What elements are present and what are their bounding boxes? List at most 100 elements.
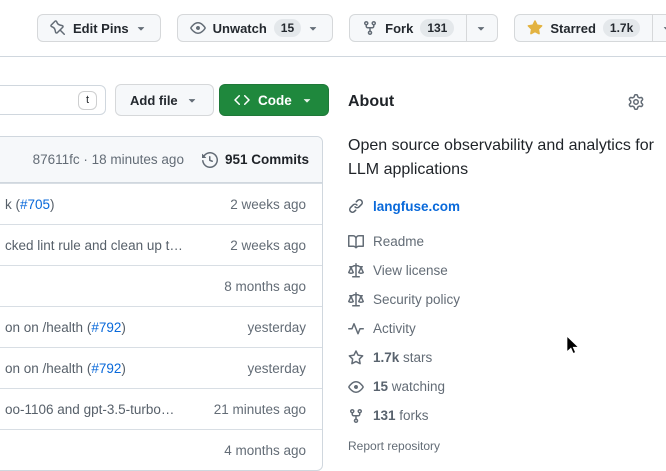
add-file-button[interactable]: Add file [115,84,214,116]
go-to-file-key-hint: t [78,91,97,110]
go-to-file-input[interactable]: t [0,85,106,115]
commit-age[interactable]: 21 minutes ago [214,402,306,417]
latest-commit-bar: 87611fc · 18 minutes ago 951 Commits [0,137,322,183]
file-row: on on /health (#792) yesterday [0,306,322,347]
link-icon [348,198,364,214]
commit-history-link[interactable]: 951 Commits [202,152,309,168]
code-icon [234,92,250,108]
star-outline-icon [348,350,364,366]
stars-link[interactable]: 1.7k stars [348,343,666,372]
activity-link[interactable]: Activity [348,314,666,343]
chevron-down-icon [474,21,488,35]
forks-link[interactable]: 131 forks [348,401,666,430]
about-item-text: 1.7k stars [373,350,432,365]
website-row: langfuse.com [348,198,666,214]
chevron-down-icon [185,93,199,107]
fork-label: Fork [385,21,413,36]
commit-message-link[interactable]: oo-1106 and gpt-3.5-turbo… [5,402,214,417]
starred-label: Starred [550,21,596,36]
fork-icon [348,408,364,424]
issue-link[interactable]: #792 [91,361,121,376]
commit-message-link[interactable]: on on /health (#792) [5,361,247,376]
commit-message-text: on on /health ( [5,320,91,335]
about-header: About [348,86,666,118]
file-row: k (#705) 2 weeks ago [0,183,322,224]
readme-link[interactable]: Readme [348,227,666,256]
code-button[interactable]: Code [219,84,329,116]
about-links-list: Readme View license Security policy Acti… [348,227,666,430]
chevron-down-icon [306,21,320,35]
add-file-label: Add file [130,93,178,108]
website-link[interactable]: langfuse.com [373,199,460,214]
commits-count-label: 951 Commits [225,152,309,167]
commit-message-link[interactable]: cked lint rule and clean up t… [5,238,230,253]
fork-dropdown-button[interactable] [466,14,498,42]
chevron-down-icon [660,21,666,35]
watching-link[interactable]: 15 watching [348,372,666,401]
repo-action-bar: Edit Pins Unwatch 15 Fork 131 Starred 1.… [0,0,666,57]
starred-button[interactable]: Starred 1.7k [514,14,652,42]
commit-age[interactable]: 8 months ago [224,279,306,294]
fork-count-badge: 131 [420,19,454,37]
eye-icon [190,20,206,36]
about-item-text: View license [373,263,448,278]
commit-message-text: k ( [5,197,20,212]
commit-age[interactable]: yesterday [247,361,306,376]
commit-message-text: ) [121,361,126,376]
about-item-text: Security policy [373,292,460,307]
unwatch-button[interactable]: Unwatch 15 [177,14,334,42]
fork-button[interactable]: Fork 131 [349,14,466,42]
commit-message-text: ) [50,197,55,212]
commit-separator: · [83,152,88,167]
view-license-link[interactable]: View license [348,256,666,285]
commit-age[interactable]: 2 weeks ago [230,238,306,253]
fork-icon [362,20,378,36]
issue-link[interactable]: #792 [91,320,121,335]
file-row: cked lint rule and clean up t… 2 weeks a… [0,224,322,265]
commit-message-text: on on /health ( [5,361,91,376]
repo-description: Open source observability and analytics … [348,134,666,182]
code-label: Code [258,93,292,108]
pulse-icon [348,321,364,337]
history-clock-icon [202,152,218,168]
file-browser-table: 87611fc · 18 minutes ago 951 Commits k (… [0,136,323,471]
star-button-group: Starred 1.7k [514,14,666,42]
file-row: 4 months ago [0,429,322,470]
eye-icon [348,379,364,395]
edit-pins-button[interactable]: Edit Pins [37,14,161,42]
commit-age[interactable]: 2 weeks ago [230,197,306,212]
about-title: About [348,93,394,111]
about-item-text: Activity [373,321,416,336]
security-policy-link[interactable]: Security policy [348,285,666,314]
about-item-text: 131 forks [373,408,429,423]
commit-message-link[interactable]: k (#705) [5,197,230,212]
commit-age[interactable]: 4 months ago [224,443,306,458]
fork-button-group: Fork 131 [349,14,498,42]
file-row: oo-1106 and gpt-3.5-turbo… 21 minutes ag… [0,388,322,429]
latest-commit-meta[interactable]: 87611fc · 18 minutes ago [33,152,184,167]
commit-message-link[interactable]: on on /health (#792) [5,320,247,335]
law-icon [348,263,364,279]
book-icon [348,234,364,250]
gear-icon[interactable] [628,94,644,110]
star-count-badge: 1.7k [603,19,640,37]
about-item-text: 15 watching [373,379,445,394]
commit-message-text: ) [121,320,126,335]
edit-pins-label: Edit Pins [73,21,129,36]
issue-link[interactable]: #705 [20,197,50,212]
star-filled-icon [527,20,543,36]
file-row: on on /health (#792) yesterday [0,347,322,388]
commit-message-text: cked lint rule and clean up t… [5,238,183,253]
about-sidebar: About Open source observability and anal… [348,86,666,453]
commit-age[interactable]: yesterday [247,320,306,335]
law-icon [348,292,364,308]
pin-icon [50,20,66,36]
about-item-text: Readme [373,234,424,249]
star-dropdown-button[interactable] [652,14,666,42]
unwatch-label: Unwatch [213,21,267,36]
commit-time: 18 minutes ago [92,152,184,167]
commit-sha[interactable]: 87611fc [33,152,80,167]
watch-count-badge: 15 [274,19,301,37]
report-repository-link[interactable]: Report repository [348,439,666,453]
chevron-down-icon [300,93,314,107]
